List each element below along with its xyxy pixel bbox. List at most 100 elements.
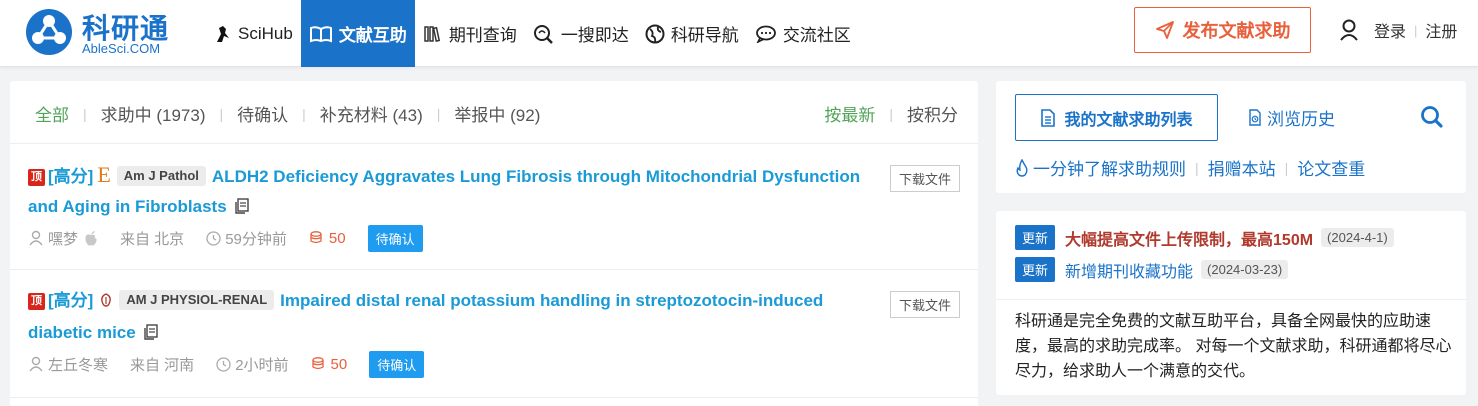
sidebar-news-card: 更新 大幅提高文件上传限制，最高150M (2024-4-1) 更新 新增期刊收… xyxy=(996,211,1466,395)
document-icon xyxy=(1041,108,1056,127)
post-time: 2小时前 xyxy=(216,354,289,375)
status-badge: 待确认 xyxy=(367,224,423,252)
sort-newest[interactable]: 按最新 xyxy=(824,101,875,126)
tab-reported[interactable]: 举报中 (92) xyxy=(454,101,540,126)
time-text: 59分钟前 xyxy=(225,230,287,248)
nav-journal-search[interactable]: 期刊查询 xyxy=(415,0,525,67)
divider: | xyxy=(436,105,441,122)
news-date: (2024-4-1) xyxy=(1321,228,1394,247)
divider: | xyxy=(83,105,87,122)
search-icon[interactable] xyxy=(1420,105,1444,129)
news-date: (2024-03-23) xyxy=(1201,260,1289,279)
news-item[interactable]: 更新 新增期刊收藏功能 (2024-03-23) xyxy=(1015,257,1289,282)
nav-label: 期刊查询 xyxy=(448,26,517,45)
journal-logo-icon xyxy=(99,288,113,318)
filter-bar: 全部 | 求助中 (1973) | 待确认 | 补充材料 (43) | 举报中 … xyxy=(10,81,978,144)
copy-icon[interactable] xyxy=(234,194,249,224)
rules-link[interactable]: 一分钟了解求助规则 xyxy=(1033,155,1186,180)
browse-history-link[interactable]: 浏览历史 xyxy=(1248,105,1335,130)
user-area: 登录 | 注册 xyxy=(1338,18,1457,42)
update-badge: 更新 xyxy=(1015,225,1056,250)
globe-icon xyxy=(645,24,665,44)
divider: | xyxy=(302,105,306,122)
news-text: 大幅提高文件上传限制，最高150M xyxy=(1065,231,1314,249)
publish-label: 发布文献求助 xyxy=(1182,21,1291,41)
nav-label: SciHub xyxy=(238,23,293,43)
requester[interactable]: 嘿梦 xyxy=(28,228,98,249)
location: 来自 河南 xyxy=(130,356,195,374)
sort-options: 按最新 | 按积分 xyxy=(824,101,958,126)
requester[interactable]: 左丘冬寒 xyxy=(28,354,108,375)
crow-icon xyxy=(214,24,232,44)
item-meta: 嘿梦 来自 北京 59分钟前 50 待确认 xyxy=(28,224,423,252)
journal-tag[interactable]: AM J PHYSIOL-RENAL xyxy=(119,290,275,310)
time-text: 2小时前 xyxy=(235,356,289,374)
book-icon xyxy=(309,25,333,43)
pinned-badge: 顶 xyxy=(28,169,45,186)
request-list-panel: 全部 | 求助中 (1973) | 待确认 | 补充材料 (43) | 举报中 … xyxy=(10,81,978,406)
requester-name: 嘿梦 xyxy=(48,230,79,248)
apple-icon xyxy=(85,231,97,246)
nav-label: 科研导航 xyxy=(670,26,739,45)
tab-supplement[interactable]: 补充材料 (43) xyxy=(320,101,423,126)
nav-label: 交流社区 xyxy=(782,26,851,45)
nav-community[interactable]: 交流社区 xyxy=(747,0,859,67)
points-value: 50 xyxy=(330,355,348,373)
item-title-line: 顶 [高分] AM J PHYSIOL-RENAL Impaired distal r… xyxy=(28,286,878,350)
nav-label: 一搜即达 xyxy=(560,26,629,45)
paper-plane-icon xyxy=(1155,21,1174,39)
plagiarism-check-link[interactable]: 论文查重 xyxy=(1297,155,1365,180)
clock-icon xyxy=(216,356,231,372)
points-value: 50 xyxy=(328,229,346,247)
copy-icon[interactable] xyxy=(144,320,158,350)
register-link[interactable]: 注册 xyxy=(1425,18,1457,42)
nav-literature-help[interactable]: 文献互助 xyxy=(300,0,415,67)
divider: | xyxy=(1195,159,1199,176)
user-icon xyxy=(1340,19,1358,41)
help-links: 一分钟了解求助规则 | 捐赠本站 | 论文查重 xyxy=(1015,155,1365,180)
download-file-button[interactable]: 下载文件 xyxy=(889,165,960,192)
fire-icon xyxy=(1016,158,1028,177)
news-text: 新增期刊收藏功能 xyxy=(1065,263,1194,281)
tab-all[interactable]: 全部 xyxy=(35,101,69,126)
high-points-tag: [高分] xyxy=(48,291,94,310)
top-header: 科研通 AbleSci.COM SciHub 文献互助 期刊查询 一搜即达 科研… xyxy=(0,0,1478,67)
sidebar-actions-card: 我的文献求助列表 浏览历史 一分钟了解求助规则 | 捐赠本站 | 论文查重 xyxy=(996,81,1466,193)
coins-icon xyxy=(311,357,324,370)
high-points-tag: [高分] xyxy=(48,167,94,186)
requester-name: 左丘冬寒 xyxy=(48,356,109,374)
login-link[interactable]: 登录 xyxy=(1374,18,1406,42)
history-doc-icon xyxy=(1249,109,1261,126)
download-file-button[interactable]: 下载文件 xyxy=(889,291,960,318)
divider: | xyxy=(889,105,893,122)
divider: | xyxy=(219,105,224,122)
status-badge: 待确认 xyxy=(369,350,425,378)
divider: | xyxy=(1284,159,1289,176)
nav-research-guide[interactable]: 科研导航 xyxy=(637,0,747,67)
tab-seeking[interactable]: 求助中 (1973) xyxy=(101,101,206,126)
chat-icon xyxy=(755,25,777,43)
news-item[interactable]: 更新 大幅提高文件上传限制，最高150M (2024-4-1) xyxy=(1015,225,1394,250)
user-icon xyxy=(29,230,43,246)
nav-label: 文献互助 xyxy=(338,26,407,45)
site-logo[interactable]: 科研通 AbleSci.COM xyxy=(24,7,184,59)
nav-scihub[interactable]: SciHub xyxy=(206,0,301,67)
my-requests-button[interactable]: 我的文献求助列表 xyxy=(1015,94,1218,141)
reward-points: 50 xyxy=(311,355,348,373)
status-tabs: 全部 | 求助中 (1973) | 待确认 | 补充材料 (43) | 举报中 … xyxy=(35,101,540,126)
sort-points[interactable]: 按积分 xyxy=(907,101,958,126)
update-badge: 更新 xyxy=(1015,257,1056,282)
nav-quick-search[interactable]: 一搜即达 xyxy=(525,0,637,67)
tab-pending-confirm[interactable]: 待确认 xyxy=(237,101,288,126)
reward-points: 50 xyxy=(309,230,346,247)
publish-request-button[interactable]: 发布文献求助 xyxy=(1134,7,1311,53)
list-item: 顶 [高分] AM J PHYSIOL-RENAL Impaired distal r… xyxy=(10,270,978,398)
donate-link[interactable]: 捐赠本站 xyxy=(1208,155,1276,180)
item-title-line: 顶 [高分] E Am J Pathol ALDH2 Deficiency Aggrav… xyxy=(28,160,878,224)
main-nav: SciHub 文献互助 期刊查询 一搜即达 科研导航 交流社区 xyxy=(206,0,859,67)
journal-tag[interactable]: Am J Pathol xyxy=(116,166,206,186)
clock-icon xyxy=(206,230,221,246)
history-label: 浏览历史 xyxy=(1267,110,1335,129)
location: 来自 北京 xyxy=(120,230,185,248)
journal-e-icon: E xyxy=(97,162,111,187)
